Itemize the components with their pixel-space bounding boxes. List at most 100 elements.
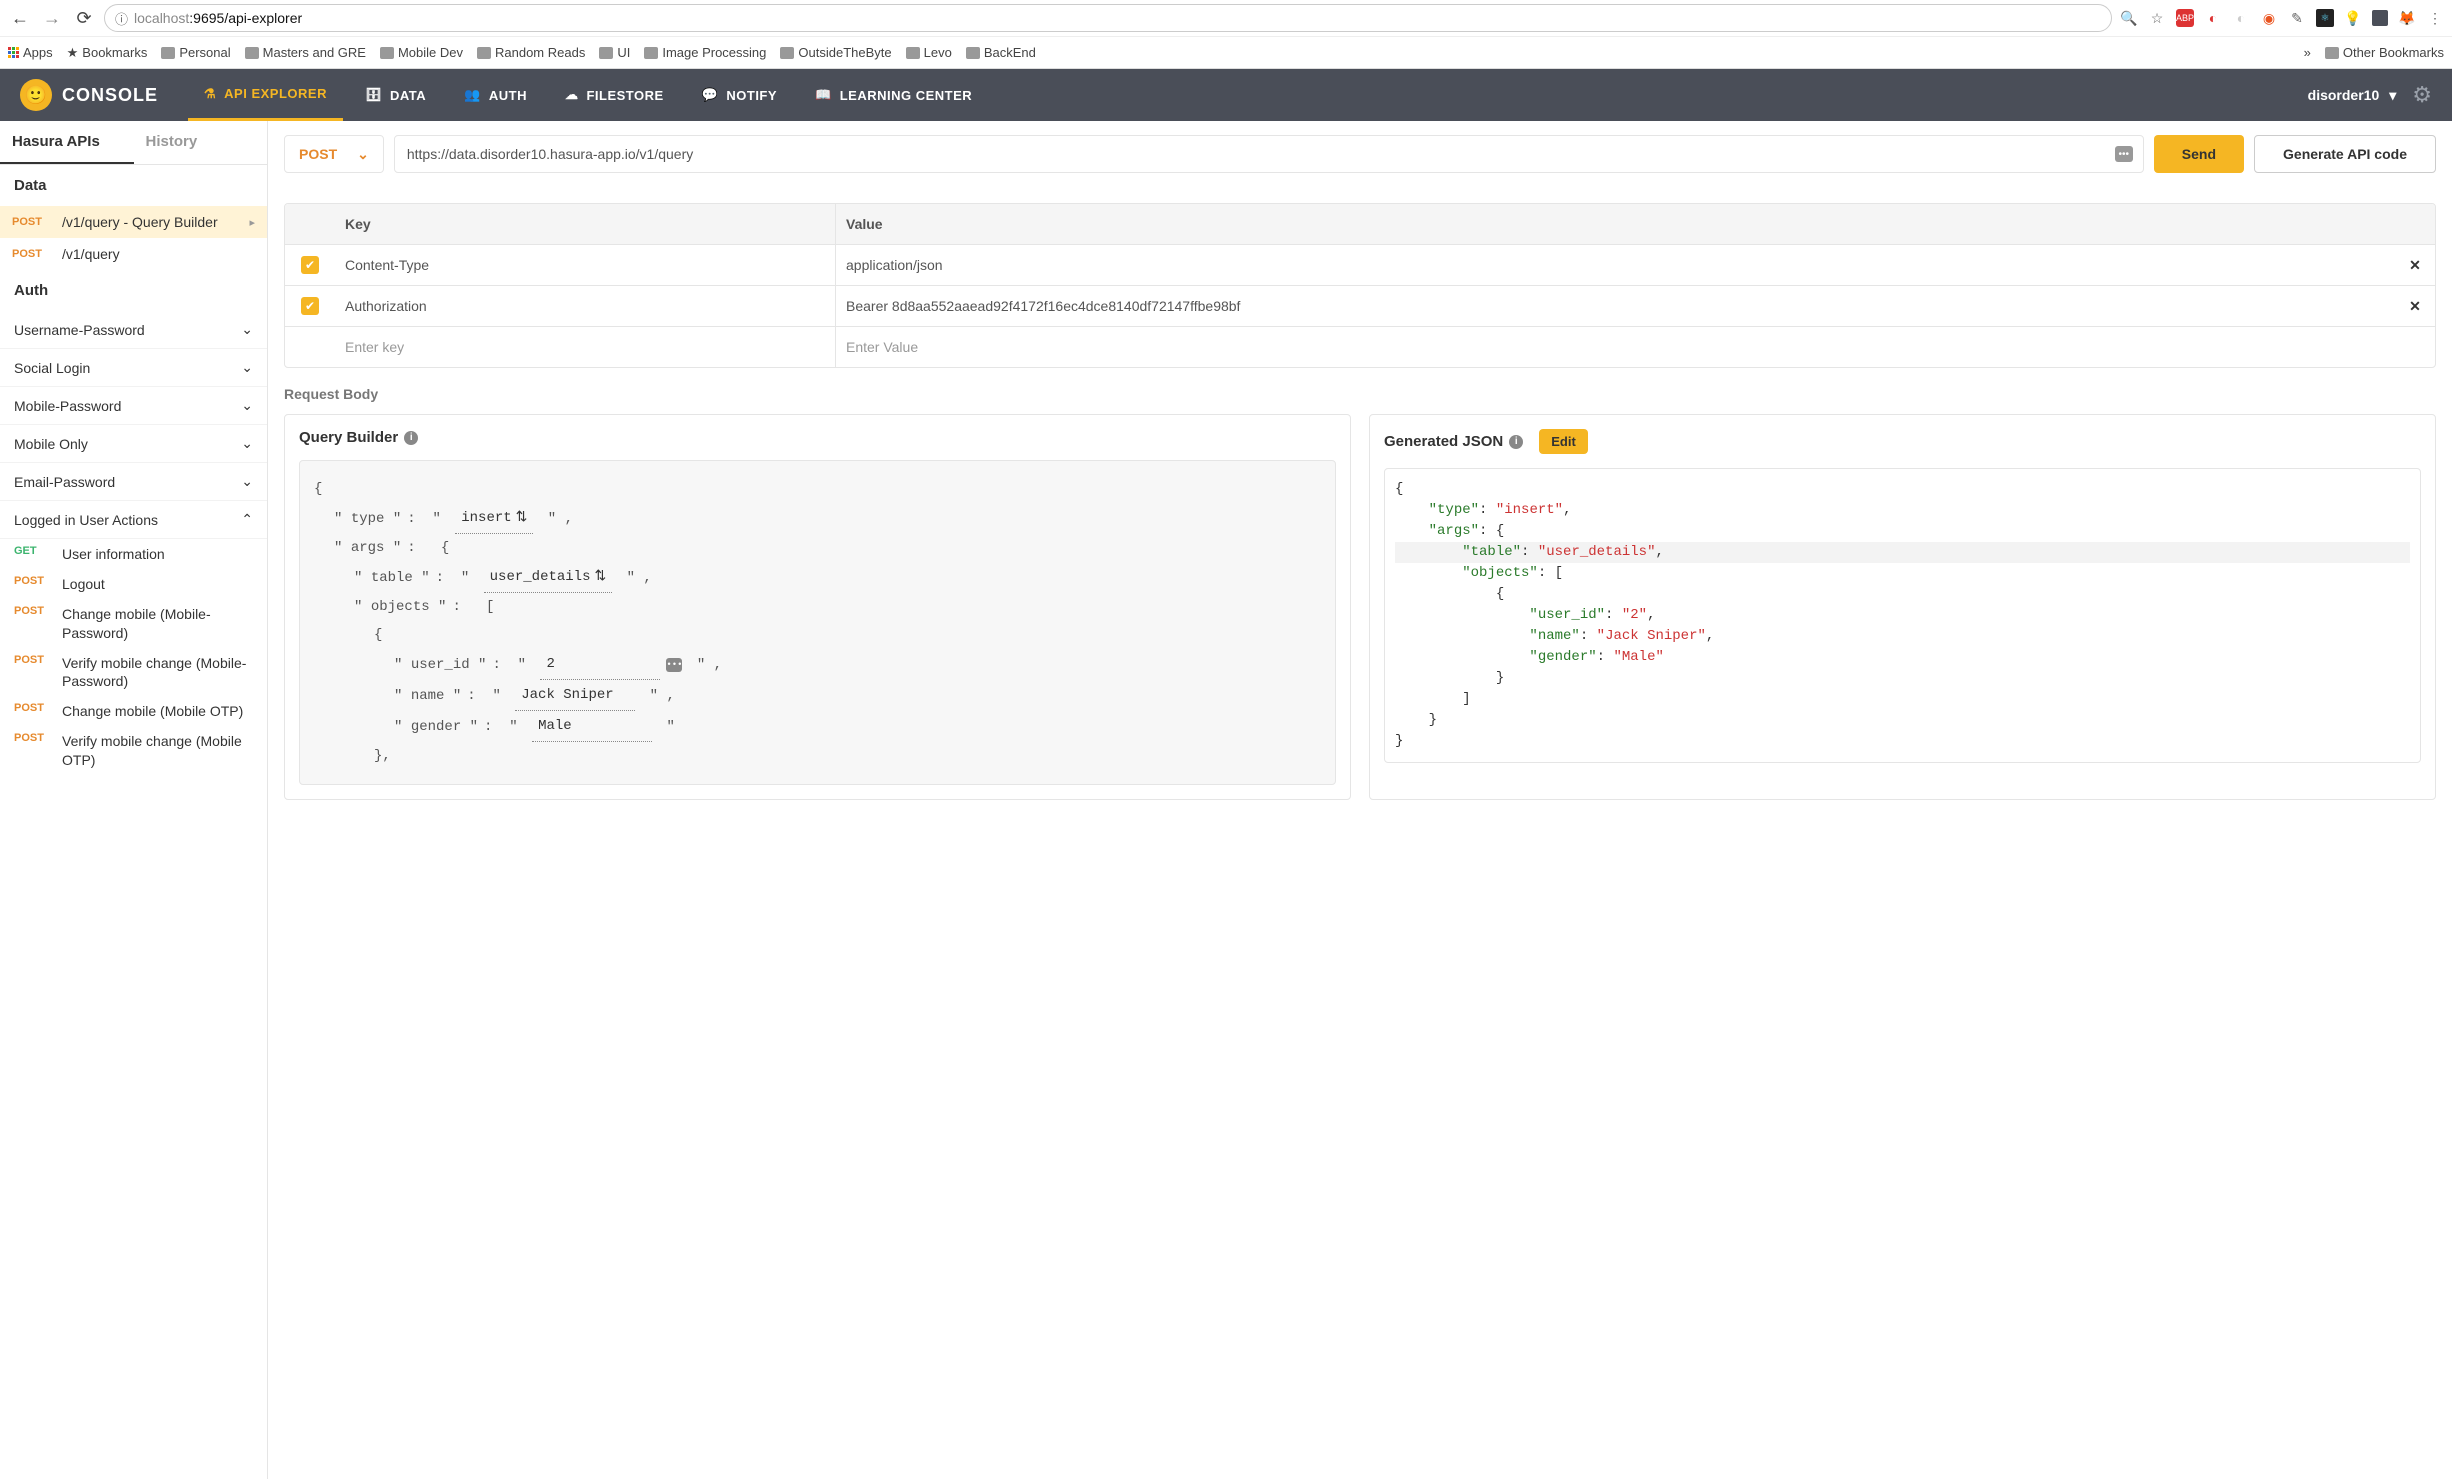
bm-folder-masters[interactable]: Masters and GRE — [245, 45, 366, 60]
table-select[interactable]: user_details ⇅ — [484, 562, 613, 593]
nav-api-explorer[interactable]: ⚗API EXPLORER — [188, 69, 343, 121]
nav-learning[interactable]: 📖LEARNING CENTER — [799, 69, 988, 121]
query-builder-panel: Query Builderi { " type " : " insert ⇅ "… — [284, 414, 1351, 800]
chevron-down-icon: ▾ — [2389, 87, 2396, 104]
bookmarks-button[interactable]: ★ Bookmarks — [67, 45, 148, 61]
field-name[interactable]: Jack Sniper — [515, 680, 635, 711]
bm-folder-levo[interactable]: Levo — [906, 45, 952, 60]
sidebar-item-query-builder[interactable]: POST /v1/query - Query Builder ▸ — [0, 206, 267, 238]
auth-group-email-pw[interactable]: Email-Password⌄ — [0, 463, 267, 501]
generate-code-button[interactable]: Generate API code — [2254, 135, 2436, 173]
logged-item-change-mobile-otp[interactable]: POSTChange mobile (Mobile OTP) — [0, 696, 267, 726]
field-user-id[interactable]: 2 — [540, 649, 660, 680]
auth-group-social[interactable]: Social Login⌄ — [0, 349, 267, 387]
tab-history[interactable]: History — [134, 121, 268, 164]
chat-icon: 💬 — [702, 87, 719, 103]
main-panel: POST⌄ https://data.disorder10.hasura-app… — [268, 121, 2452, 1479]
header-value-input[interactable]: Enter Value — [835, 327, 2395, 367]
gear-icon[interactable]: ⚙ — [2412, 82, 2432, 108]
react-icon[interactable]: ⚛ — [2316, 9, 2334, 27]
query-builder[interactable]: { " type " : " insert ⇅ " , " args " : {… — [299, 460, 1336, 785]
bm-folder-personal[interactable]: Personal — [161, 45, 230, 60]
field-gender[interactable]: Male — [532, 711, 652, 742]
address-bar[interactable]: ⓘ localhost:9695/api-explorer — [104, 4, 2112, 32]
abp-icon[interactable]: ABP — [2176, 9, 2194, 27]
sidebar-item-query[interactable]: POST /v1/query — [0, 238, 267, 270]
logo-icon: 🙂 — [20, 79, 52, 111]
browser-chrome: ← → ⟳ ⓘ localhost:9695/api-explorer 🔍 ☆ … — [0, 0, 2452, 69]
picker-icon[interactable]: ✎ — [2288, 9, 2306, 27]
generated-json-panel: Generated JSONiEdit { "type": "insert", … — [1369, 414, 2436, 800]
nav-notify[interactable]: 💬NOTIFY — [686, 69, 793, 121]
checkbox-icon[interactable]: ✔ — [301, 256, 319, 274]
chevron-down-icon: ⌄ — [241, 435, 253, 452]
bm-folder-image[interactable]: Image Processing — [644, 45, 766, 60]
auth-group-mobile-pw[interactable]: Mobile-Password⌄ — [0, 387, 267, 425]
star-icon[interactable]: ☆ — [2148, 9, 2166, 27]
logged-item-logout[interactable]: POSTLogout — [0, 569, 267, 599]
logged-item-verify-mobile-otp[interactable]: POSTVerify mobile change (Mobile OTP) — [0, 726, 267, 774]
nav-auth[interactable]: 👥AUTH — [448, 69, 543, 121]
json-output[interactable]: { "type": "insert", "args": { "table": "… — [1384, 468, 2421, 763]
header-row-new: Enter key Enter Value — [285, 327, 2435, 367]
nav-filestore[interactable]: ☁FILESTORE — [549, 69, 680, 121]
type-select[interactable]: insert ⇅ — [455, 503, 533, 534]
method-select[interactable]: POST⌄ — [284, 135, 384, 173]
app-logo[interactable]: 🙂 CONSOLE — [20, 79, 158, 111]
auth-group-mobile-only[interactable]: Mobile Only⌄ — [0, 425, 267, 463]
cloud-icon: ☁ — [565, 87, 579, 103]
auth-group-username[interactable]: Username-Password⌄ — [0, 311, 267, 349]
app-title: CONSOLE — [62, 85, 158, 106]
other-bookmarks[interactable]: Other Bookmarks — [2325, 45, 2444, 60]
back-button[interactable]: ← — [8, 6, 32, 30]
nav-data[interactable]: 🗄DATA — [349, 69, 442, 121]
fox-icon[interactable]: 🦊 — [2398, 9, 2416, 27]
shield-icon[interactable]: ◐ — [2204, 9, 2222, 27]
zoom-icon[interactable]: 🔍 — [2120, 9, 2138, 27]
header-key-input[interactable]: Enter key — [335, 327, 835, 367]
select-arrows-icon: ⇅ — [594, 563, 606, 591]
auth-group-logged[interactable]: Logged in User Actions⌃ — [0, 501, 267, 539]
checkbox-icon[interactable]: ✔ — [301, 297, 319, 315]
info-icon[interactable]: i — [404, 431, 418, 445]
bulb-icon[interactable]: 💡 — [2344, 9, 2362, 27]
header-row: ✔ Content-Type application/json ✕ — [285, 245, 2435, 286]
chevron-down-icon: ⌄ — [241, 397, 253, 414]
forward-button[interactable]: → — [40, 6, 64, 30]
menu-icon[interactable]: ⋮ — [2426, 9, 2444, 27]
info-icon[interactable]: i — [1509, 435, 1523, 449]
tab-hasura-apis[interactable]: Hasura APIs — [0, 121, 134, 164]
ext-icon-1[interactable]: ◐ — [2232, 9, 2250, 27]
bm-folder-ui[interactable]: UI — [599, 45, 630, 60]
logged-item-verify-mobile-pw[interactable]: POSTVerify mobile change (Mobile-Passwor… — [0, 648, 267, 696]
section-data: Data — [0, 165, 267, 206]
user-menu[interactable]: disorder10▾ — [2308, 87, 2397, 104]
ubuntu-icon[interactable]: ◉ — [2260, 9, 2278, 27]
header-value[interactable]: application/json — [835, 245, 2395, 285]
bm-more[interactable]: » — [2304, 45, 2311, 60]
url-text: localhost:9695/api-explorer — [134, 10, 302, 26]
apps-button[interactable]: Apps — [8, 45, 53, 60]
bm-folder-outside[interactable]: OutsideTheByte — [780, 45, 891, 60]
send-button[interactable]: Send — [2154, 135, 2244, 173]
delete-header-button[interactable]: ✕ — [2395, 245, 2435, 285]
bm-folder-random[interactable]: Random Reads — [477, 45, 585, 60]
url-options-icon[interactable]: ••• — [2115, 146, 2133, 162]
chevron-right-icon: ▸ — [249, 216, 255, 229]
delete-header-button[interactable]: ✕ — [2395, 286, 2435, 326]
select-arrows-icon: ⇅ — [516, 504, 528, 532]
logged-item-change-mobile-pw[interactable]: POSTChange mobile (Mobile-Password) — [0, 599, 267, 647]
bm-folder-backend[interactable]: BackEnd — [966, 45, 1036, 60]
book-icon: 📖 — [815, 87, 832, 103]
header-row: ✔ Authorization Bearer 8d8aa552aaead92f4… — [285, 286, 2435, 327]
ext-icon-2[interactable] — [2372, 10, 2388, 26]
bm-folder-mobile[interactable]: Mobile Dev — [380, 45, 463, 60]
url-input[interactable]: https://data.disorder10.hasura-app.io/v1… — [394, 135, 2144, 173]
reload-button[interactable]: ⟳ — [72, 6, 96, 30]
header-value[interactable]: Bearer 8d8aa552aaead92f4172f16ec4dce8140… — [835, 286, 2395, 326]
header-key[interactable]: Authorization — [335, 286, 835, 326]
logged-item-userinfo[interactable]: GETUser information — [0, 539, 267, 569]
field-options-icon[interactable]: ••• — [666, 658, 682, 672]
edit-button[interactable]: Edit — [1539, 429, 1588, 454]
header-key[interactable]: Content-Type — [335, 245, 835, 285]
